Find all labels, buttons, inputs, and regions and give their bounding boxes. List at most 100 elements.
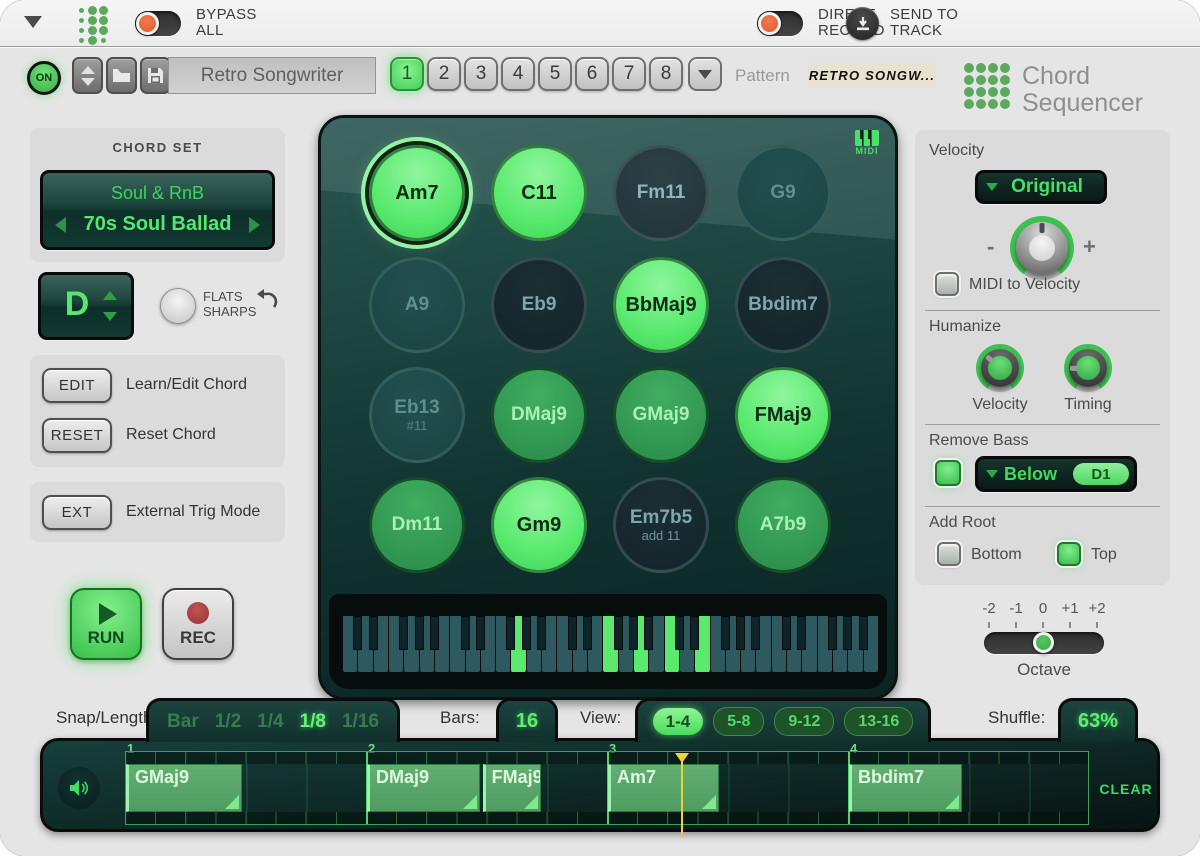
- chord-pad-Eb9[interactable]: Eb9: [491, 257, 587, 353]
- direct-record-toggle[interactable]: [757, 11, 803, 36]
- humanize-velocity-knob[interactable]: [976, 344, 1024, 392]
- humanize-timing-knob[interactable]: [1064, 344, 1112, 392]
- pattern-button-2[interactable]: 2: [427, 57, 461, 91]
- black-key-26[interactable]: [751, 616, 760, 650]
- chord-pad-Dm11[interactable]: Dm11: [369, 477, 465, 573]
- collapse-caret-icon[interactable]: [24, 16, 42, 28]
- velocity-knob[interactable]: [1010, 216, 1074, 280]
- chord-block-FMaj9[interactable]: FMaj9: [483, 764, 541, 812]
- chord-pad-Em7b5[interactable]: Em7b5add 11: [613, 477, 709, 573]
- save-preset-button[interactable]: [140, 57, 171, 94]
- clear-button[interactable]: CLEAR: [1089, 781, 1163, 797]
- black-key-22[interactable]: [690, 616, 699, 650]
- reset-button[interactable]: RESET: [42, 418, 112, 453]
- black-key-3[interactable]: [399, 616, 408, 650]
- black-key-14[interactable]: [568, 616, 577, 650]
- black-key-29[interactable]: [797, 616, 806, 650]
- chord-block-DMaj9[interactable]: DMaj9: [367, 764, 480, 812]
- chord-set-display[interactable]: Soul & RnB 70s Soul Ballad: [40, 170, 275, 250]
- chord-pad-Bbdim7[interactable]: Bbdim7: [735, 257, 831, 353]
- chord-pad-G9[interactable]: G9: [735, 145, 831, 241]
- black-key-31[interactable]: [828, 616, 837, 650]
- octave-slider-knob[interactable]: [1033, 632, 1054, 653]
- black-key-8[interactable]: [476, 616, 485, 650]
- chord-pad-C11[interactable]: C11: [491, 145, 587, 241]
- chord-pad-DMaj9[interactable]: DMaj9: [491, 367, 587, 463]
- view-option-9-12[interactable]: 9-12: [774, 707, 834, 736]
- view-option-13-16[interactable]: 13-16: [844, 707, 913, 736]
- chord-pad-Eb13[interactable]: Eb13#11: [369, 367, 465, 463]
- snap-option-1-4[interactable]: 1/4: [257, 711, 283, 733]
- piano-keyboard[interactable]: [343, 616, 879, 672]
- black-key-17[interactable]: [614, 616, 623, 650]
- snap-option-1-16[interactable]: 1/16: [342, 711, 379, 733]
- preset-spinner-button[interactable]: [72, 57, 103, 94]
- bypass-all-toggle[interactable]: [135, 11, 181, 36]
- snap-option-1-8[interactable]: 1/8: [300, 711, 326, 733]
- shuffle-tab[interactable]: 63%: [1058, 698, 1138, 742]
- preset-name-field[interactable]: Retro Songwriter: [168, 57, 376, 94]
- remove-bass-note-pill[interactable]: D1: [1073, 463, 1129, 485]
- black-key-10[interactable]: [506, 616, 515, 650]
- key-up-arrow[interactable]: [103, 291, 117, 300]
- flats-sharps-reset-icon[interactable]: [252, 288, 278, 317]
- pattern-button-6[interactable]: 6: [575, 57, 609, 91]
- chord-pad-GMaj9[interactable]: GMaj9: [613, 367, 709, 463]
- remove-bass-dropdown[interactable]: Below D1: [975, 456, 1137, 492]
- chord-pad-A7b9[interactable]: A7b9: [735, 477, 831, 573]
- pattern-dropdown-button[interactable]: [688, 57, 722, 91]
- key-down-arrow[interactable]: [103, 312, 117, 321]
- black-key-4[interactable]: [415, 616, 424, 650]
- pattern-button-1[interactable]: 1: [390, 57, 424, 91]
- black-key-1[interactable]: [369, 616, 378, 650]
- pattern-button-4[interactable]: 4: [501, 57, 535, 91]
- black-key-21[interactable]: [675, 616, 684, 650]
- chord-block-GMaj9[interactable]: GMaj9: [126, 764, 242, 812]
- prev-chord-set-arrow[interactable]: [55, 217, 66, 233]
- send-to-track-button[interactable]: [846, 7, 879, 40]
- black-key-28[interactable]: [782, 616, 791, 650]
- timeline-grid[interactable]: GMaj9DMaj9FMaj9Am7Bbdim7: [125, 751, 1089, 825]
- pattern-name-tag[interactable]: RETRO SONGW...: [808, 62, 936, 88]
- flats-sharps-button[interactable]: [160, 288, 196, 324]
- view-option-1-4[interactable]: 1-4: [653, 708, 704, 735]
- key-selector-display[interactable]: D: [38, 272, 134, 340]
- pattern-button-5[interactable]: 5: [538, 57, 572, 91]
- chord-pad-A9[interactable]: A9: [369, 257, 465, 353]
- chord-pad-Fm11[interactable]: Fm11: [613, 145, 709, 241]
- snap-option-1-2[interactable]: 1/2: [215, 711, 241, 733]
- next-chord-set-arrow[interactable]: [249, 217, 260, 233]
- pattern-button-7[interactable]: 7: [612, 57, 646, 91]
- black-key-25[interactable]: [736, 616, 745, 650]
- add-root-top-checkbox[interactable]: [1057, 542, 1081, 566]
- chord-pad-Gm9[interactable]: Gm9: [491, 477, 587, 573]
- chord-pad-Am7[interactable]: Am7: [369, 145, 465, 241]
- ext-button[interactable]: EXT: [42, 495, 112, 530]
- midi-to-velocity-checkbox[interactable]: [935, 272, 959, 296]
- black-key-33[interactable]: [859, 616, 868, 650]
- chord-pad-BbMaj9[interactable]: BbMaj9: [613, 257, 709, 353]
- snap-option-Bar[interactable]: Bar: [167, 711, 199, 733]
- power-on-button[interactable]: ON: [27, 61, 61, 95]
- black-key-24[interactable]: [721, 616, 730, 650]
- black-key-18[interactable]: [629, 616, 638, 650]
- black-key-11[interactable]: [522, 616, 531, 650]
- run-button[interactable]: RUN: [70, 588, 142, 660]
- chord-block-Bbdim7[interactable]: Bbdim7: [849, 764, 962, 812]
- rec-button[interactable]: REC: [162, 588, 234, 660]
- edit-button[interactable]: EDIT: [42, 368, 112, 403]
- black-key-0[interactable]: [353, 616, 362, 650]
- remove-bass-checkbox[interactable]: [935, 460, 961, 486]
- black-key-19[interactable]: [644, 616, 653, 650]
- open-preset-button[interactable]: [106, 57, 137, 94]
- black-key-12[interactable]: [537, 616, 546, 650]
- playhead[interactable]: [681, 755, 683, 835]
- bars-tab[interactable]: 16: [496, 698, 558, 742]
- velocity-mode-dropdown[interactable]: Original: [975, 170, 1107, 204]
- black-key-5[interactable]: [430, 616, 439, 650]
- black-key-7[interactable]: [461, 616, 470, 650]
- black-key-32[interactable]: [843, 616, 852, 650]
- audition-button[interactable]: [58, 767, 100, 809]
- pattern-button-8[interactable]: 8: [649, 57, 683, 91]
- view-option-5-8[interactable]: 5-8: [713, 707, 764, 736]
